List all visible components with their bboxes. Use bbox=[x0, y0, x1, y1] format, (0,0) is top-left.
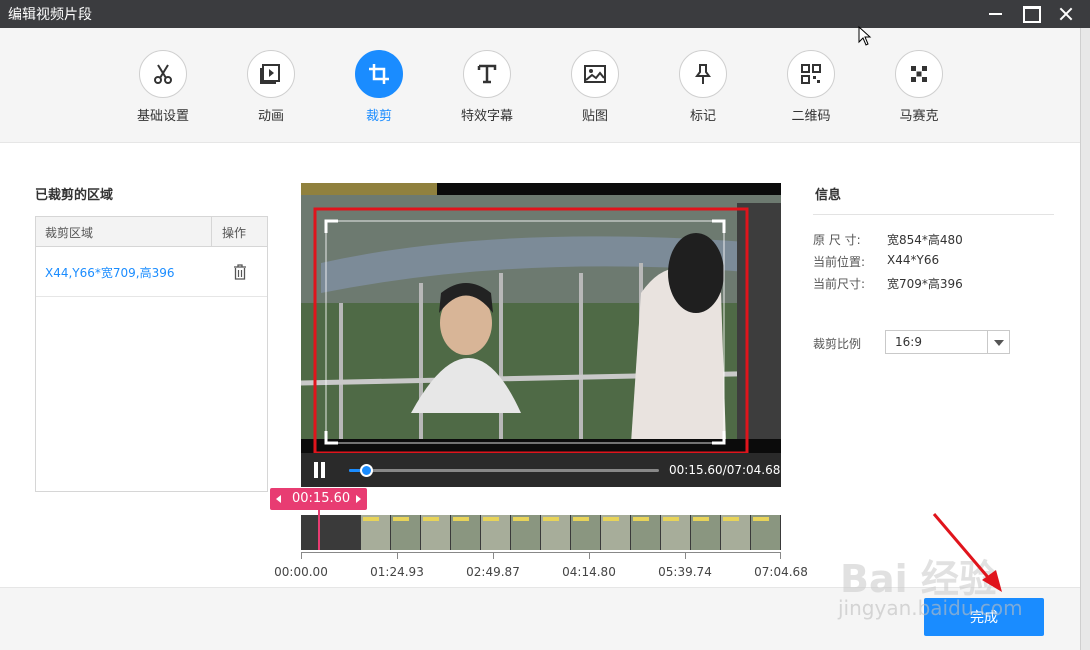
tab-mosaic[interactable]: 马赛克 bbox=[874, 50, 964, 130]
tab-label: 马赛克 bbox=[899, 109, 939, 124]
thumbnail-banner bbox=[633, 517, 649, 521]
chevron-down-icon[interactable] bbox=[994, 340, 1004, 346]
tab-label: 贴图 bbox=[581, 109, 608, 124]
table-row[interactable]: X44,Y66*宽709,高396 bbox=[36, 247, 267, 297]
pause-icon[interactable] bbox=[313, 462, 327, 478]
info-title: 信息 bbox=[815, 188, 842, 203]
info-position-label: 当前位置: bbox=[813, 255, 866, 269]
tab-label: 标记 bbox=[689, 109, 716, 124]
timeline-tick bbox=[301, 553, 302, 559]
column-divider bbox=[211, 217, 212, 247]
column-header-region: 裁剪区域 bbox=[45, 226, 94, 240]
tab-label: 裁剪 bbox=[365, 109, 392, 124]
thumbnail-banner bbox=[513, 517, 529, 521]
tab-sticker[interactable]: 贴图 bbox=[550, 50, 640, 130]
crop-region-value[interactable]: X44,Y66*宽709,高396 bbox=[45, 264, 175, 281]
thumbnail-banner bbox=[693, 517, 709, 521]
scissors-icon bbox=[139, 50, 187, 98]
timeline-tick bbox=[493, 553, 494, 559]
playhead-line[interactable] bbox=[318, 508, 320, 550]
timeline-thumbnail-strip[interactable] bbox=[301, 515, 781, 550]
window-title: 编辑视频片段 bbox=[8, 7, 92, 23]
thumbnail-banner bbox=[543, 517, 559, 521]
tab-effect-subtitles[interactable]: 特效字幕 bbox=[442, 50, 532, 130]
thumbnail-banner bbox=[453, 517, 469, 521]
annotation-arrow-icon bbox=[932, 513, 1002, 592]
pin-icon bbox=[679, 50, 727, 98]
tab-animation[interactable]: 动画 bbox=[226, 50, 316, 130]
seek-knob[interactable] bbox=[360, 464, 374, 477]
thumbnail-banner bbox=[393, 517, 409, 521]
done-button[interactable]: 完成 bbox=[924, 598, 1044, 636]
cropped-region-title: 已裁剪的区域 bbox=[35, 188, 114, 203]
playhead-time-tag[interactable]: 00:15.60 bbox=[270, 488, 367, 510]
thumbnail-banner bbox=[753, 517, 769, 521]
thumbnail-banner bbox=[723, 517, 739, 521]
mosaic-icon bbox=[895, 50, 943, 98]
column-header-action: 操作 bbox=[222, 226, 247, 240]
info-current-size-label: 当前尺寸: bbox=[813, 277, 866, 291]
tab-marker[interactable]: 标记 bbox=[658, 50, 748, 130]
qrcode-icon bbox=[787, 50, 835, 98]
tab-label: 特效字幕 bbox=[460, 109, 513, 124]
info-position-value: X44*Y66 bbox=[887, 253, 940, 267]
timeline-tick bbox=[780, 553, 781, 559]
player-control-bar: 00:15.60/07:04.68 bbox=[301, 453, 781, 487]
footer-bar bbox=[0, 587, 1080, 650]
thumbnail-banner bbox=[423, 517, 439, 521]
thumbnail-banner bbox=[663, 517, 679, 521]
table-header: 裁剪区域 操作 bbox=[36, 217, 267, 247]
crop-ratio-label: 裁剪比例 bbox=[813, 337, 862, 351]
cropped-region-table: 裁剪区域 操作 X44,Y66*宽709,高396 bbox=[35, 216, 268, 492]
edit-toolbar: 基础设置 动画 裁剪 特效字幕 贴图 标记 二维码 马赛克 bbox=[0, 28, 1080, 143]
thumbnail-frames bbox=[301, 515, 780, 550]
thumbnail-banner bbox=[603, 517, 619, 521]
timeline-ruler bbox=[301, 552, 781, 562]
timeline-tick-label: 05:39.74 bbox=[658, 565, 712, 579]
minimize-button[interactable] bbox=[978, 0, 1012, 28]
timeline-tick bbox=[397, 553, 398, 559]
crop-icon bbox=[355, 50, 403, 98]
thumbnail-banner bbox=[573, 517, 589, 521]
crop-ratio-select[interactable]: 16:9 bbox=[885, 330, 1010, 354]
tab-basic-settings[interactable]: 基础设置 bbox=[118, 50, 208, 130]
timeline-tick-label: 04:14.80 bbox=[562, 565, 616, 579]
tab-label: 二维码 bbox=[791, 109, 831, 124]
image-icon bbox=[571, 50, 619, 98]
step-back-icon[interactable] bbox=[276, 495, 281, 503]
video-frame bbox=[301, 183, 781, 453]
text-icon bbox=[463, 50, 511, 98]
timeline-tick-label: 00:00.00 bbox=[274, 565, 328, 579]
tab-label: 基础设置 bbox=[136, 109, 189, 124]
playhead-time: 00:15.60 bbox=[292, 491, 351, 506]
info-current-size-value: 宽709*高396 bbox=[887, 277, 963, 291]
timeline-tick-label: 02:49.87 bbox=[466, 565, 520, 579]
title-bar: 编辑视频片段 bbox=[0, 0, 1090, 28]
seek-bar-fill bbox=[349, 469, 361, 472]
film-play-icon bbox=[247, 50, 295, 98]
timeline-tick-label: 01:24.93 bbox=[370, 565, 424, 579]
tab-label: 动画 bbox=[257, 109, 284, 124]
timeline-tick bbox=[589, 553, 590, 559]
close-button[interactable] bbox=[1048, 0, 1082, 28]
timeline-tick-label: 07:04.68 bbox=[754, 565, 808, 579]
playback-time: 00:15.60/07:04.68 bbox=[669, 463, 781, 477]
seek-bar[interactable] bbox=[349, 464, 659, 477]
crop-ratio-value: 16:9 bbox=[895, 335, 922, 349]
thumbnail-banner bbox=[363, 517, 379, 521]
thumbnail-banner bbox=[483, 517, 499, 521]
info-original-size-label: 原 尺 寸: bbox=[813, 233, 861, 247]
maximize-button[interactable] bbox=[1013, 0, 1047, 28]
select-divider bbox=[987, 331, 988, 353]
video-preview[interactable] bbox=[301, 183, 781, 453]
trash-icon[interactable] bbox=[233, 264, 247, 280]
window-scrollbar[interactable] bbox=[1080, 28, 1090, 650]
tab-crop[interactable]: 裁剪 bbox=[334, 50, 424, 130]
tab-qrcode[interactable]: 二维码 bbox=[766, 50, 856, 130]
step-forward-icon[interactable] bbox=[356, 495, 361, 503]
info-original-size-value: 宽854*高480 bbox=[887, 233, 963, 247]
timeline-tick bbox=[685, 553, 686, 559]
info-divider bbox=[813, 214, 1054, 215]
